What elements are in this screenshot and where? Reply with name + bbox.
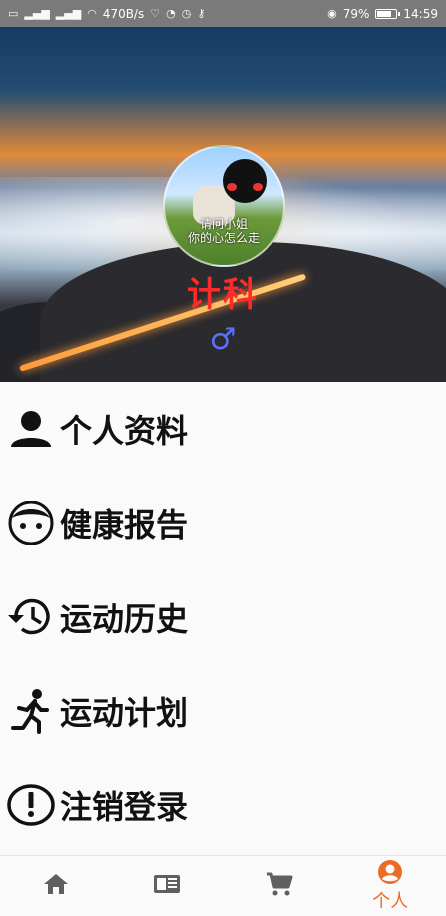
menu-label-exercise-history: 运动历史	[60, 600, 189, 638]
signal-icon: ▂▄▆	[24, 7, 50, 20]
status-left: ▭ ▂▄▆ ▂▄▆ ◠ 470B/s ♡ ◔ ◷ ⚷	[8, 7, 205, 21]
menu-label-profile: 个人资料	[60, 412, 189, 450]
key-icon: ⚷	[197, 7, 206, 20]
person-icon	[6, 404, 56, 454]
nav-label-profile: 个人	[372, 891, 409, 912]
menu-label-health-report: 健康报告	[60, 506, 189, 544]
history-icon	[6, 592, 56, 642]
face-icon	[6, 498, 56, 548]
eye-icon: ◉	[327, 7, 337, 20]
bell-icon: ◔	[166, 7, 176, 20]
menu-item-logout[interactable]: 注销登录	[0, 758, 446, 852]
signal-icon-2: ▂▄▆	[55, 7, 82, 20]
alert-icon	[6, 780, 56, 830]
wifi-icon: ◠	[87, 7, 97, 20]
avatar-caption-line1: 请问小姐	[199, 217, 248, 231]
net-speed: 470B/s	[102, 6, 145, 21]
avatar[interactable]: 请问小姐 你的心怎么走	[163, 145, 285, 267]
avatar-caption: 请问小姐 你的心怎么走	[165, 217, 283, 245]
cart-icon	[265, 871, 293, 901]
avatar-bear	[223, 159, 267, 203]
menu-label-logout: 注销登录	[60, 788, 189, 826]
nav-item-shop[interactable]	[223, 856, 335, 916]
profile-menu: 个人资料 健康报告 运动历史 运动计划 注销登录	[0, 382, 446, 852]
menu-label-exercise-plan: 运动计划	[60, 694, 189, 732]
bottom-nav: 个人	[0, 855, 446, 916]
nav-item-articles[interactable]	[112, 856, 224, 916]
status-time: 14:59	[403, 6, 438, 21]
nav-item-home[interactable]	[0, 856, 112, 916]
profile-banner: 请问小姐 你的心怎么走 计科 ♂	[0, 27, 446, 382]
menu-item-exercise-plan[interactable]: 运动计划	[0, 664, 446, 758]
battery-icon	[375, 8, 401, 19]
menu-item-health-report[interactable]: 健康报告	[0, 476, 446, 570]
home-icon	[43, 872, 69, 900]
username: 计科	[187, 275, 259, 315]
menu-item-exercise-history[interactable]: 运动历史	[0, 570, 446, 664]
avatar-caption-line2: 你的心怎么走	[187, 231, 260, 245]
battery-percent: 79%	[342, 6, 370, 21]
timer-icon: ◷	[181, 7, 192, 20]
menu-item-profile[interactable]: 个人资料	[0, 382, 446, 476]
status-right: ◉ 79% 14:59	[327, 7, 438, 21]
gender-male-icon: ♂	[209, 322, 237, 357]
status-bar: ▭ ▂▄▆ ▂▄▆ ◠ 470B/s ♡ ◔ ◷ ⚷ ◉ 79% 14:59	[0, 0, 446, 27]
account-icon	[377, 859, 403, 889]
run-icon	[6, 686, 56, 736]
nav-item-profile[interactable]: 个人	[335, 856, 446, 916]
heart-icon: ♡	[150, 7, 161, 20]
sim-icon: ▭	[8, 7, 19, 20]
book-icon	[153, 873, 181, 899]
